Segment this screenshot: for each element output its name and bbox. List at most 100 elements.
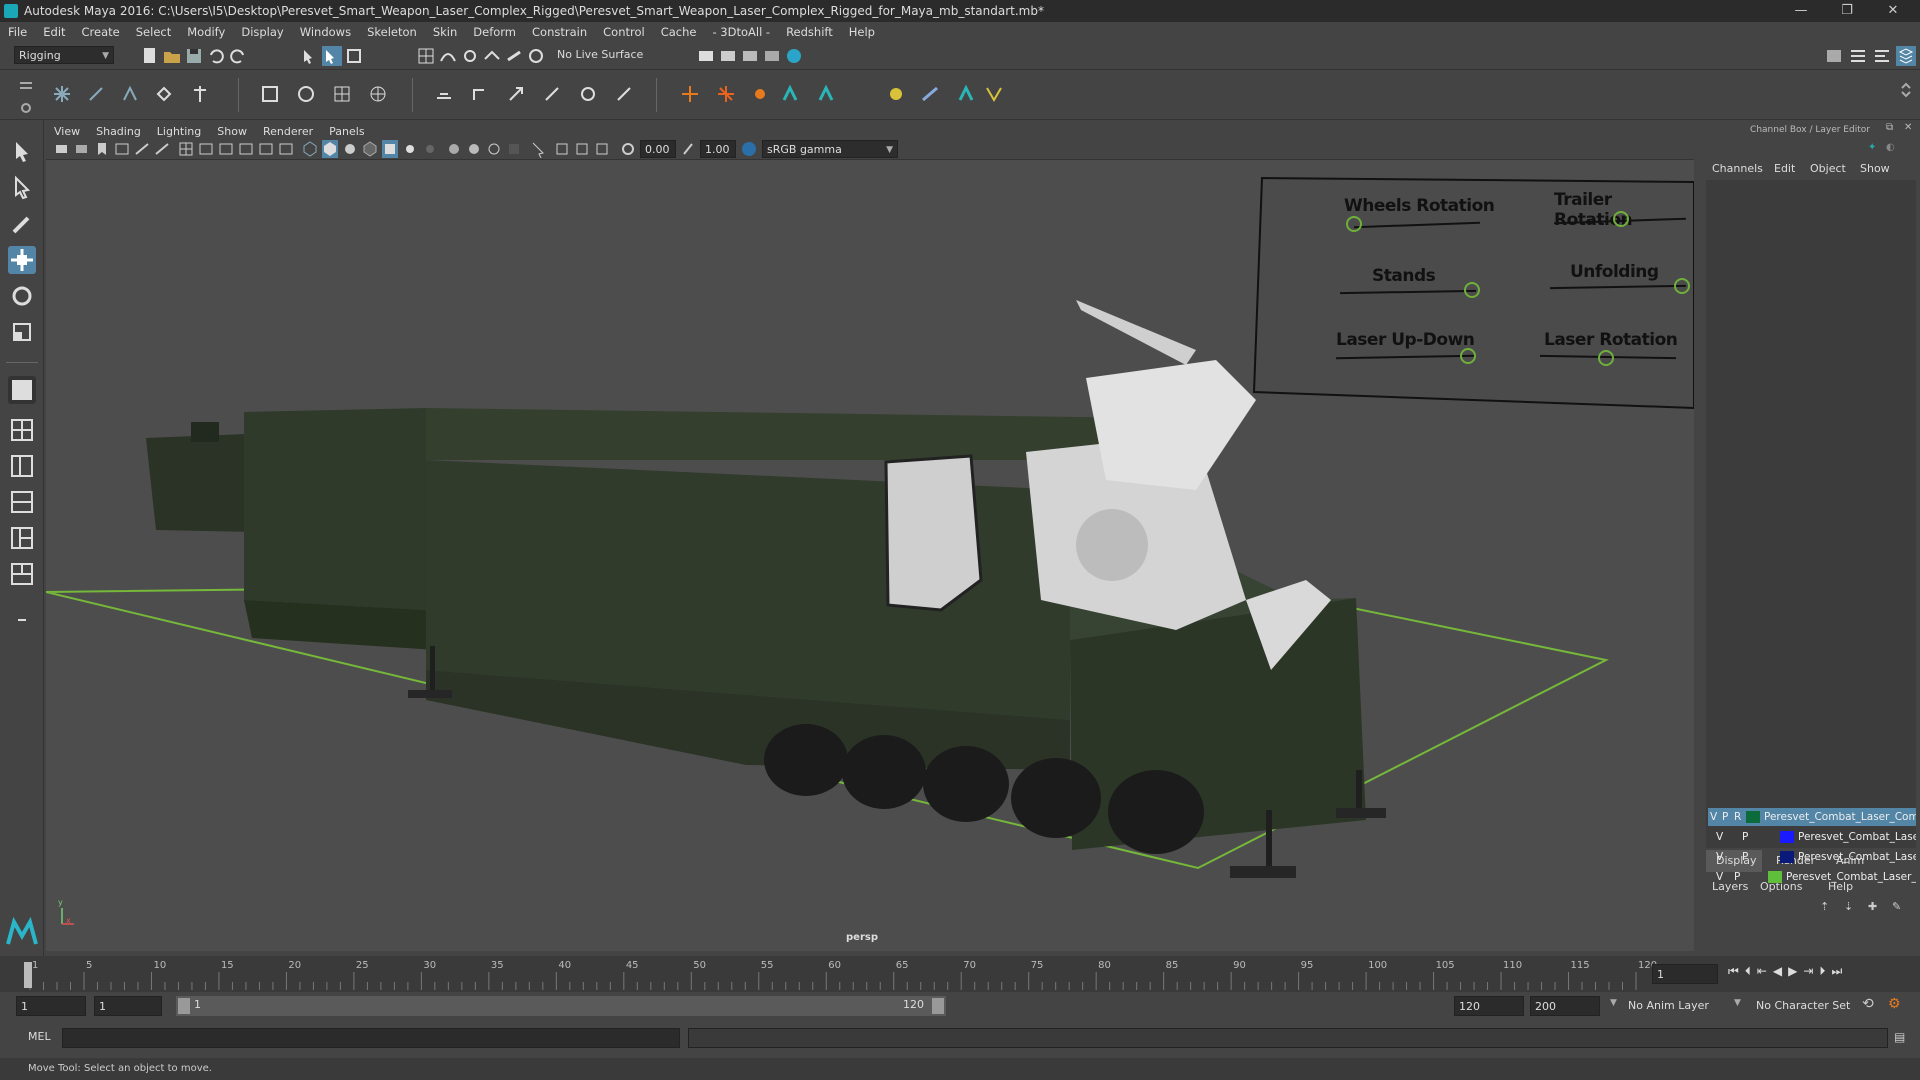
blend-shape-icon[interactable] — [886, 84, 906, 104]
resolution-gate-icon[interactable] — [218, 140, 234, 158]
time-slider[interactable]: 1 5 10 15 20 25 30 35 40 45 50 55 60 65 70 75 80 85 90 95 10… — [0, 956, 1920, 992]
pole-vector-icon[interactable] — [614, 84, 634, 104]
layer-playback-toggle[interactable]: P — [1742, 828, 1748, 846]
character-controls-icon[interactable] — [816, 84, 836, 104]
range-slider-end-handle[interactable] — [932, 998, 944, 1014]
minimize-button[interactable]: — — [1778, 0, 1824, 22]
ipr-render-icon[interactable] — [740, 46, 760, 66]
trailer-rotation-control[interactable] — [1613, 211, 1629, 227]
chevron-down-icon[interactable]: ▼ — [1610, 998, 1617, 1008]
layer-color-swatch[interactable] — [1768, 871, 1782, 883]
film-gate-icon[interactable] — [198, 140, 214, 158]
grid-toggle-icon[interactable] — [178, 140, 194, 158]
joint-tool-icon[interactable] — [52, 84, 72, 104]
range-slider[interactable]: 1 120 — [176, 996, 946, 1016]
use-all-lights-icon[interactable] — [402, 140, 418, 158]
step-forward-frame-icon[interactable]: ⏵ — [1819, 964, 1825, 979]
tool-settings-icon[interactable] — [1872, 46, 1892, 66]
layer-render-toggle[interactable]: R — [1734, 808, 1741, 826]
xray-components-icon[interactable] — [594, 140, 610, 158]
layer-row[interactable]: V P R Peresvet_Combat_Laser_Com — [1708, 808, 1916, 826]
go-to-start-icon[interactable]: ⏮ — [1728, 964, 1739, 979]
wheels-rotation-control[interactable] — [1346, 216, 1362, 232]
layer-visibility-toggle[interactable]: V — [1716, 868, 1723, 886]
menu-3dtoall[interactable]: - 3DtoAll - — [704, 25, 778, 39]
smooth-shade-icon[interactable] — [322, 140, 338, 158]
layer-playback-toggle[interactable]: P — [1742, 848, 1748, 866]
nonlinear-deformer-icon[interactable] — [984, 84, 1004, 104]
make-live-icon[interactable] — [504, 46, 524, 66]
channel-box-icon[interactable]: ✦ — [1868, 142, 1882, 156]
close-panel-icon[interactable]: ✕ — [1904, 122, 1912, 133]
current-time-indicator[interactable] — [24, 962, 32, 988]
persp-outliner-layout-icon[interactable] — [8, 452, 36, 480]
gamma-icon[interactable] — [680, 140, 696, 158]
menu-skeleton[interactable]: Skeleton — [359, 25, 425, 39]
field-chart-icon[interactable] — [258, 140, 274, 158]
multisample-aa-icon[interactable] — [486, 140, 502, 158]
cluster-icon[interactable] — [368, 84, 388, 104]
persp-hypershade-layout-icon[interactable] — [8, 524, 36, 552]
layer-name[interactable]: Peresvet_Combat_Lase — [1798, 828, 1916, 846]
exposure-field[interactable]: 0.00 — [640, 140, 676, 158]
live-surface-field[interactable]: No Live Surface — [553, 46, 658, 64]
bookmarks-icon[interactable] — [94, 140, 110, 158]
character-set-dropdown[interactable]: No Character Set — [1756, 996, 1860, 1016]
shelf-menu-icon[interactable] — [16, 78, 36, 98]
parent-constraint-icon[interactable] — [434, 84, 454, 104]
go-to-end-icon[interactable]: ⏭ — [1831, 964, 1842, 979]
time-slider-ruler[interactable]: 1 5 10 15 20 25 30 35 40 45 50 55 60 65 70 75 80 85 90 95 10… — [24, 956, 1684, 992]
grease-pencil-icon[interactable] — [154, 140, 170, 158]
open-scene-icon[interactable] — [162, 46, 182, 66]
new-layer-icon[interactable]: ✚ — [1868, 900, 1877, 913]
laser-up-down-control[interactable] — [1460, 348, 1476, 364]
new-layer-selected-icon[interactable]: ✎ — [1892, 900, 1901, 913]
scale-tool-icon[interactable] — [8, 318, 36, 346]
viewport-menu-renderer[interactable]: Renderer — [255, 125, 321, 138]
select-by-component-icon[interactable] — [344, 46, 364, 66]
persp-graph-layout-icon[interactable] — [8, 488, 36, 516]
menu-control[interactable]: Control — [595, 25, 653, 39]
colorspace-dropdown[interactable]: sRGB gamma ▼ — [762, 140, 898, 158]
menu-edit[interactable]: Edit — [35, 25, 73, 39]
point-constraint-icon[interactable] — [470, 84, 490, 104]
orient-constraint-icon[interactable] — [506, 84, 526, 104]
anim-layer-dropdown[interactable]: No Anim Layer — [1628, 996, 1732, 1016]
menu-select[interactable]: Select — [128, 25, 179, 39]
perspective-viewport[interactable]: Wheels Rotation Trailer Rotation Stands … — [46, 160, 1694, 951]
save-scene-icon[interactable] — [184, 46, 204, 66]
channel-box-toggle-icon[interactable] — [1896, 46, 1916, 66]
command-language-label[interactable]: MEL — [28, 1030, 51, 1043]
exposure-icon[interactable] — [620, 140, 636, 158]
tab-object[interactable]: Object — [1810, 162, 1846, 175]
bind-skin-icon[interactable] — [260, 84, 280, 104]
shelf-scroll-icon[interactable] — [1896, 80, 1916, 100]
wireframe-on-shaded-icon[interactable] — [362, 140, 378, 158]
hypershade-icon[interactable] — [784, 46, 804, 66]
ik-spline-icon[interactable] — [120, 84, 140, 104]
layout-options-icon[interactable] — [8, 606, 36, 634]
set-driven-key-icon[interactable] — [750, 84, 770, 104]
snap-to-curve-icon[interactable] — [438, 46, 458, 66]
menu-help[interactable]: Help — [841, 25, 883, 39]
menu-cache[interactable]: Cache — [653, 25, 705, 39]
menu-file[interactable]: File — [0, 25, 35, 39]
tab-edit[interactable]: Edit — [1774, 162, 1795, 175]
ik-fk-switch-icon[interactable] — [716, 84, 736, 104]
channel-list-area[interactable] — [1706, 180, 1916, 848]
move-tool-icon[interactable] — [8, 246, 36, 274]
unfolding-control[interactable] — [1674, 278, 1690, 294]
layer-color-swatch[interactable] — [1780, 851, 1794, 863]
animation-end-field[interactable]: 200 — [1530, 996, 1600, 1016]
scale-constraint-icon[interactable] — [542, 84, 562, 104]
float-panel-icon[interactable]: ⧉ — [1886, 122, 1893, 133]
lasso-tool-icon[interactable] — [8, 174, 36, 202]
locator-icon[interactable] — [680, 84, 700, 104]
screen-space-ao-icon[interactable] — [446, 140, 462, 158]
layer-move-up-icon[interactable]: ⇡ — [1820, 900, 1829, 913]
select-by-object-icon[interactable] — [322, 46, 342, 66]
snap-to-grid-icon[interactable] — [416, 46, 436, 66]
four-view-layout-icon[interactable] — [8, 416, 36, 444]
current-frame-field[interactable]: 1 — [1652, 964, 1718, 984]
aim-constraint-icon[interactable] — [578, 84, 598, 104]
